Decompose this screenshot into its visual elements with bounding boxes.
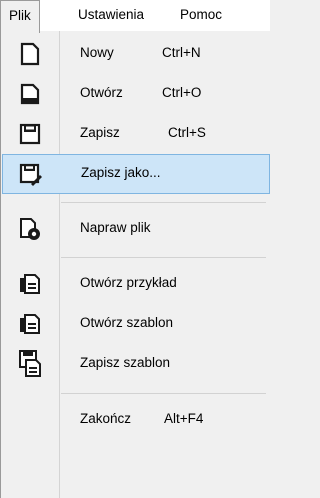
menu-item-label: Zapisz jako... bbox=[81, 165, 161, 180]
menu-bar: Plik Ustawienia Pomoc bbox=[0, 0, 270, 33]
open-template-icon bbox=[18, 312, 42, 336]
menu-item-shortcut: Ctrl+S bbox=[168, 125, 206, 140]
menu-pomoc[interactable]: Pomoc bbox=[172, 0, 230, 31]
menu-item-shortcut: Ctrl+N bbox=[162, 45, 201, 60]
menu-item-label: Otwórz szablon bbox=[80, 315, 174, 330]
repair-file-icon bbox=[18, 217, 42, 241]
menu-item-label: Zakończ bbox=[80, 411, 132, 426]
menu-separator bbox=[61, 257, 266, 258]
new-file-icon bbox=[18, 42, 42, 66]
menu-item-new[interactable]: Nowy Ctrl+N bbox=[2, 34, 270, 74]
menu-separator bbox=[61, 393, 266, 394]
save-icon bbox=[18, 122, 42, 146]
menu-item-shortcut: Alt+F4 bbox=[164, 411, 204, 426]
open-example-icon bbox=[18, 272, 42, 296]
menu-item-open-template[interactable]: Otwórz szablon bbox=[2, 304, 270, 344]
menu-item-exit[interactable]: Zakończ Alt+F4 bbox=[2, 400, 270, 440]
open-file-icon bbox=[18, 82, 42, 106]
menu-item-shortcut: Ctrl+O bbox=[162, 85, 202, 100]
menu-item-save[interactable]: Zapisz Ctrl+S bbox=[2, 114, 270, 154]
menu-item-open[interactable]: Otwórz Ctrl+O bbox=[2, 74, 270, 114]
file-menu-dropdown: Nowy Ctrl+N Otwórz Ctrl+O Zapisz Ctrl+S bbox=[0, 31, 270, 498]
menu-item-save-template[interactable]: Zapisz szablon bbox=[2, 344, 270, 384]
menu-item-label: Napraw plik bbox=[80, 220, 151, 235]
menu-item-label: Otwórz bbox=[80, 85, 123, 100]
menu-plik[interactable]: Plik bbox=[0, 0, 40, 33]
menu-separator bbox=[61, 202, 266, 203]
menu-item-save-as[interactable]: Zapisz jako... bbox=[2, 154, 270, 194]
menu-item-label: Nowy bbox=[80, 45, 114, 60]
menu-item-open-example[interactable]: Otwórz przykład bbox=[2, 264, 270, 304]
menu-item-label: Zapisz szablon bbox=[80, 355, 171, 370]
menu-item-label: Otwórz przykład bbox=[80, 275, 177, 290]
save-template-icon bbox=[18, 349, 42, 377]
menu-item-label: Zapisz bbox=[80, 125, 120, 140]
save-as-icon bbox=[18, 162, 42, 186]
menu-ustawienia[interactable]: Ustawienia bbox=[70, 0, 152, 31]
menu-item-repair-file[interactable]: Napraw plik bbox=[2, 209, 270, 249]
